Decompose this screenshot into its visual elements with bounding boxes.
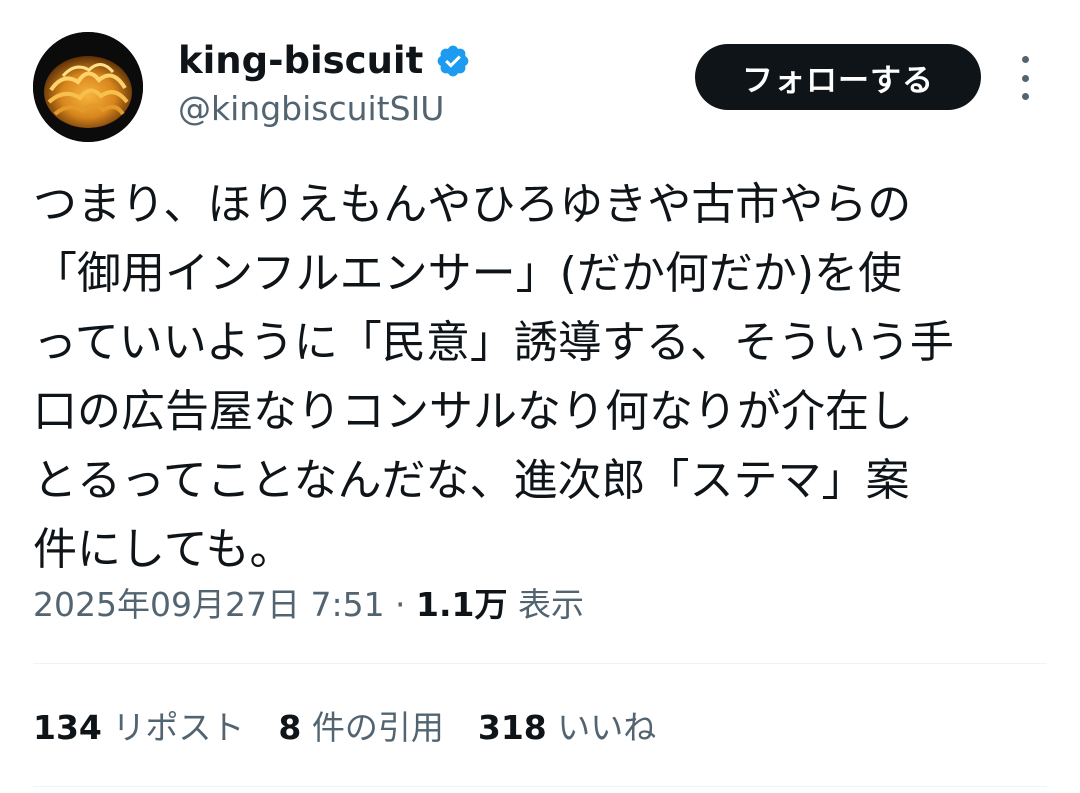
views-label: 表示 bbox=[507, 585, 585, 624]
likes-count: 318 bbox=[477, 708, 547, 747]
handle[interactable]: @kingbiscuitSIU bbox=[178, 88, 444, 130]
more-dot bbox=[1021, 93, 1029, 100]
likes-stat[interactable]: 318 いいね bbox=[478, 705, 656, 751]
tweet-text-line: 口の広告屋なりコンサルなり何なりが介在し bbox=[33, 386, 913, 437]
reposts-label: リポスト bbox=[101, 708, 245, 747]
quotes-stat[interactable]: 8 件の引用 bbox=[278, 705, 443, 751]
meta-separator: · bbox=[384, 585, 417, 624]
follow-button[interactable]: フォローする bbox=[695, 44, 981, 110]
avatar-image bbox=[33, 32, 143, 142]
views-count: 1.1万 bbox=[416, 585, 508, 624]
tweet-text-line: 「御用インフルエンサー」(だか何だか)を使 bbox=[33, 248, 903, 299]
verified-badge-icon bbox=[435, 43, 471, 79]
likes-label: いいね bbox=[546, 708, 657, 747]
tweet-text: つまり、ほりえもんやひろゆきや古市やらの 「御用インフルエンサー」(だか何だか)… bbox=[33, 170, 1053, 584]
engagement-stats: 134 リポスト 8 件の引用 318 いいね bbox=[33, 705, 690, 751]
quotes-count: 8 bbox=[278, 708, 302, 747]
tweet-text-line: 件にしても。 bbox=[33, 524, 294, 575]
tweet-text-line: とるってことなんだな、進次郎「ステマ」案 bbox=[33, 455, 910, 506]
reposts-stat[interactable]: 134 リポスト bbox=[33, 705, 244, 751]
avatar[interactable] bbox=[33, 32, 143, 142]
reposts-count: 134 bbox=[33, 708, 102, 747]
tweet-text-line: っていいように「民意」誘導する、そういう手 bbox=[33, 317, 954, 368]
divider bbox=[33, 786, 1047, 787]
tweet-meta: 2025年09月27日 7:51 · 1.1万 表示 bbox=[33, 582, 584, 628]
more-vertical-icon[interactable] bbox=[1010, 56, 1040, 100]
display-name-text: king-biscuit bbox=[178, 39, 424, 82]
more-dot bbox=[1021, 74, 1029, 82]
divider bbox=[33, 663, 1047, 664]
display-name[interactable]: king-biscuit bbox=[178, 38, 471, 84]
timestamp[interactable]: 2025年09月27日 7:51 bbox=[33, 585, 385, 624]
quotes-label: 件の引用 bbox=[301, 708, 444, 747]
tweet-text-line: つまり、ほりえもんやひろゆきや古市やらの bbox=[33, 179, 912, 230]
more-dot bbox=[1021, 56, 1029, 63]
